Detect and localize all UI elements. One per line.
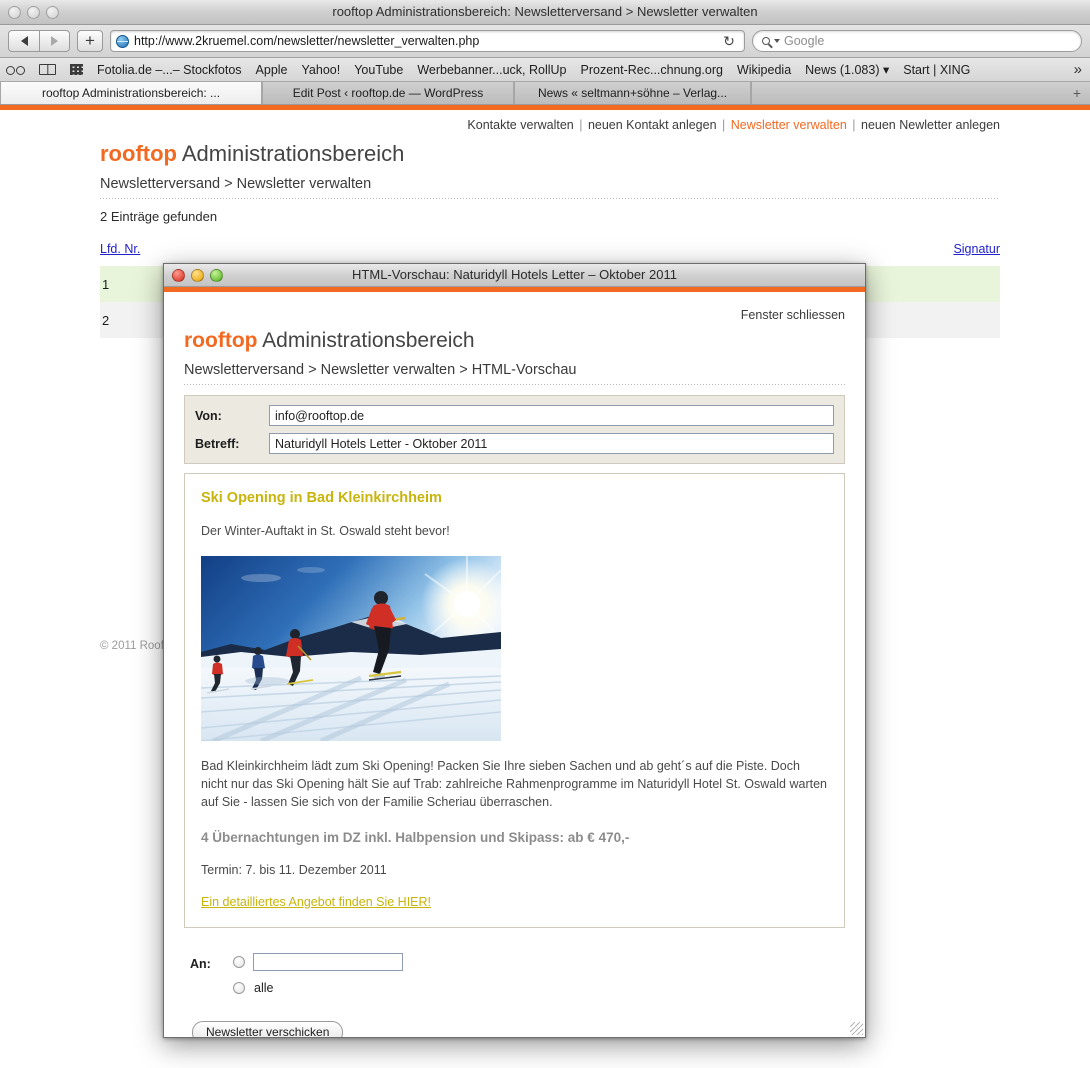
send-newsletter-button[interactable]: Newsletter verschicken xyxy=(192,1020,344,1037)
tab-wordpress-edit-post[interactable]: Edit Post ‹ rooftop.de — WordPress xyxy=(262,82,514,104)
bookmarks-overflow-icon[interactable]: » xyxy=(1074,61,1084,78)
bookmarks-bar: Fotolia.de –...– Stockfotos Apple Yahoo!… xyxy=(0,58,1090,82)
bookmark-item[interactable]: Prozent-Rec...chnung.org xyxy=(581,63,723,77)
tab-bar-empty-area: + xyxy=(751,82,1090,104)
search-icon xyxy=(762,37,770,45)
tab-bar: rooftop Administrationsbereich: ... Edit… xyxy=(0,82,1090,105)
globe-icon xyxy=(116,34,129,48)
betreff-row: Betreff: Naturidyll Hotels Letter - Okto… xyxy=(195,433,834,454)
reader-glasses-icon[interactable] xyxy=(6,65,25,75)
bookmark-item[interactable]: Fotolia.de –...– Stockfotos xyxy=(97,63,242,77)
browser-toolbar: + http://www.2kruemel.com/newsletter/new… xyxy=(0,25,1090,58)
bookmark-item[interactable]: YouTube xyxy=(354,63,403,77)
newsletter-offer-link[interactable]: Ein detailliertes Angebot finden Sie HIE… xyxy=(201,895,431,909)
page-dotted-rule xyxy=(100,198,1000,199)
betreff-input[interactable]: Naturidyll Hotels Letter - Oktober 2011 xyxy=(269,433,834,454)
ski-photo-svg xyxy=(201,556,501,742)
close-window-row: Fenster schliessen xyxy=(184,302,845,322)
recipient-section: An: alle xyxy=(184,952,845,995)
newsletter-offer-text: 4 Übernachtungen im DZ inkl. Halbpension… xyxy=(201,829,630,845)
back-button[interactable] xyxy=(8,30,39,52)
radio-single-recipient[interactable] xyxy=(233,955,245,968)
nav-separator: | xyxy=(852,118,856,132)
resize-grip-icon[interactable] xyxy=(850,1022,863,1035)
address-bar[interactable]: http://www.2kruemel.com/newsletter/newsl… xyxy=(110,30,745,52)
preview-window-body: Fenster schliessen rooftop Administratio… xyxy=(164,292,865,1037)
nav-neuen-kontakt-anlegen[interactable]: neuen Kontakt anlegen xyxy=(588,118,717,132)
page-breadcrumb: Newsletterversand > Newsletter verwalten xyxy=(100,176,372,192)
mail-header-form: Von: info@rooftop.de Betreff: Naturidyll… xyxy=(184,395,845,464)
nav-neuen-newsletter-anlegen[interactable]: neuen Newletter anlegen xyxy=(861,118,1000,132)
newsletter-ski-photo xyxy=(201,556,501,742)
add-bookmark-button[interactable]: + xyxy=(77,30,103,52)
newsletter-headline: Ski Opening in Bad Kleinkirchheim xyxy=(201,490,442,506)
chevron-down-icon[interactable] xyxy=(774,39,780,43)
nav-separator: | xyxy=(579,118,583,132)
preview-brand: rooftop Administrationsbereich xyxy=(184,329,845,353)
tab-rooftop-admin[interactable]: rooftop Administrationsbereich: ... xyxy=(0,82,262,104)
bookmark-item[interactable]: Yahoo! xyxy=(302,63,341,77)
bookmark-item[interactable]: Wikipedia xyxy=(737,63,791,77)
nav-kontakte-verwalten[interactable]: Kontakte verwalten xyxy=(467,118,573,132)
tab-seltmann-news[interactable]: News « seltmann+söhne – Verlag... xyxy=(514,82,751,104)
bookmark-item[interactable]: Apple xyxy=(256,63,288,77)
preview-dotted-rule xyxy=(184,384,845,385)
preview-brand-admin-text: Administrationsbereich xyxy=(257,329,475,352)
an-label: An: xyxy=(190,956,211,971)
newsletter-preview-pane: Ski Opening in Bad Kleinkirchheim Der Wi… xyxy=(184,473,845,928)
preview-window-title: HTML-Vorschau: Naturidyll Hotels Letter … xyxy=(352,267,677,282)
forward-arrow-icon xyxy=(51,36,58,46)
radio-all-label: alle xyxy=(254,980,274,995)
brand-admin-text: Administrationsbereich xyxy=(176,141,405,166)
page-brand: rooftop Administrationsbereich xyxy=(100,141,1000,167)
von-input[interactable]: info@rooftop.de xyxy=(269,405,834,426)
bookmark-item[interactable]: Werbebanner...uck, RollUp xyxy=(417,63,566,77)
close-window-link[interactable]: Fenster schliessen xyxy=(741,308,845,322)
address-bar-url: http://www.2kruemel.com/newsletter/newsl… xyxy=(134,34,480,48)
bookmarks-book-icon[interactable] xyxy=(39,64,56,75)
recipient-email-input[interactable] xyxy=(253,952,403,971)
betreff-label: Betreff: xyxy=(195,436,240,451)
top-sites-grid-icon[interactable] xyxy=(70,64,83,75)
nav-separator: | xyxy=(722,118,726,132)
browser-window: rooftop Administrationsbereich: Newslett… xyxy=(0,0,1090,1068)
forward-button[interactable] xyxy=(39,30,70,52)
page-topnav: Kontakte verwalten | neuen Kontakt anleg… xyxy=(100,110,1000,132)
column-header-signatur[interactable]: Signatur xyxy=(953,242,1000,256)
browser-window-title: rooftop Administrationsbereich: Newslett… xyxy=(332,4,758,19)
html-preview-window: HTML-Vorschau: Naturidyll Hotels Letter … xyxy=(163,263,866,1038)
von-row: Von: info@rooftop.de xyxy=(195,405,834,426)
browser-titlebar: rooftop Administrationsbereich: Newslett… xyxy=(0,0,1090,25)
preview-brand-rooftop-text: rooftop xyxy=(184,329,258,352)
brand-rooftop-text: rooftop xyxy=(100,141,177,166)
table-header: Lfd. Nr. Signatur xyxy=(100,242,1000,256)
column-header-lfd-nr[interactable]: Lfd. Nr. xyxy=(100,242,140,256)
bookmark-item[interactable]: News (1.083) ▾ xyxy=(805,62,889,77)
preview-window-titlebar: HTML-Vorschau: Naturidyll Hotels Letter … xyxy=(164,264,865,287)
newsletter-body-text: Bad Kleinkirchheim lädt zum Ski Opening!… xyxy=(201,759,827,810)
nav-newsletter-verwalten[interactable]: Newsletter verwalten xyxy=(731,118,847,132)
newsletter-termin-text: Termin: 7. bis 11. Dezember 2011 xyxy=(201,862,387,877)
von-label: Von: xyxy=(195,408,222,423)
search-placeholder: Google xyxy=(784,34,825,48)
radio-all-recipients[interactable] xyxy=(233,981,245,994)
preview-breadcrumb: Newsletterversand > Newsletter verwalten… xyxy=(184,362,577,378)
back-arrow-icon xyxy=(20,36,28,46)
bookmark-item[interactable]: Start | XING xyxy=(903,63,970,77)
page-entries-count: 2 Einträge gefunden xyxy=(100,209,218,224)
new-tab-button[interactable]: + xyxy=(1073,85,1081,101)
search-input[interactable]: Google xyxy=(752,30,1082,52)
admin-page: Kontakte verwalten | neuen Kontakt anleg… xyxy=(0,110,1090,1068)
newsletter-intro: Der Winter-Auftakt in St. Oswald steht b… xyxy=(201,524,450,538)
reload-icon[interactable]: ↻ xyxy=(719,33,739,50)
nav-buttons xyxy=(8,30,70,52)
